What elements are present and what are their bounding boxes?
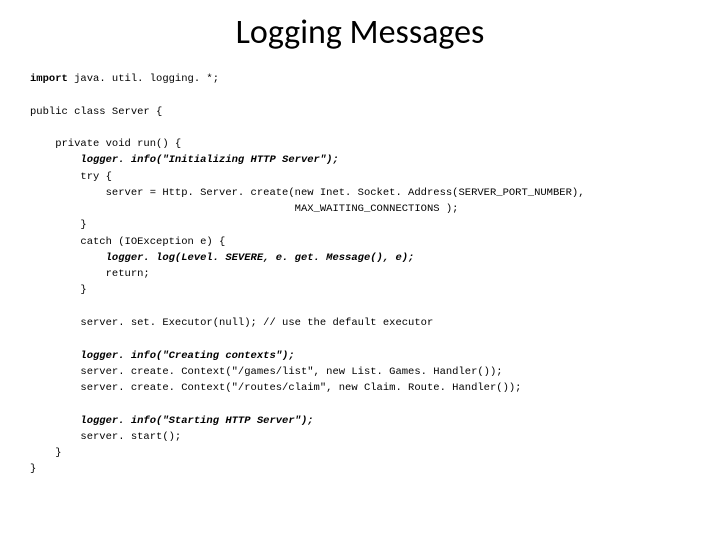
code-line-13: server. set. Executor(null); // use the … — [30, 317, 433, 329]
code-line-16: server. create. Context("/routes/claim",… — [30, 382, 521, 394]
code-line-7: MAX_WAITING_CONNECTIONS ); — [30, 203, 458, 215]
code-line-10: logger. log(Level. SEVERE, e. get. Messa… — [30, 252, 414, 264]
code-line-2: public class Server { — [30, 106, 162, 118]
code-line-11: return; — [30, 268, 150, 280]
code-line-18: server. start(); — [30, 431, 181, 443]
code-line-14: logger. info("Creating contexts"); — [30, 350, 295, 362]
code-line-19: } — [30, 447, 62, 459]
code-line-17: logger. info("Starting HTTP Server"); — [30, 415, 314, 427]
code-line-1-rest: java. util. logging. *; — [68, 73, 219, 85]
code-line-3: private void run() { — [30, 138, 181, 150]
code-line-20: } — [30, 463, 36, 475]
code-line-15: server. create. Context("/games/list", n… — [30, 366, 503, 378]
code-keyword-import: import — [30, 73, 68, 85]
slide-title: Logging Messages — [30, 12, 690, 53]
code-block: import java. util. logging. *; public cl… — [30, 71, 690, 478]
slide: Logging Messages import java. util. logg… — [0, 0, 720, 540]
code-line-4: logger. info("Initializing HTTP Server")… — [30, 154, 339, 166]
code-line-12: } — [30, 284, 87, 296]
code-line-5: try { — [30, 171, 112, 183]
code-line-9: catch (IOException e) { — [30, 236, 225, 248]
code-line-6: server = Http. Server. create(new Inet. … — [30, 187, 585, 199]
code-line-8: } — [30, 219, 87, 231]
